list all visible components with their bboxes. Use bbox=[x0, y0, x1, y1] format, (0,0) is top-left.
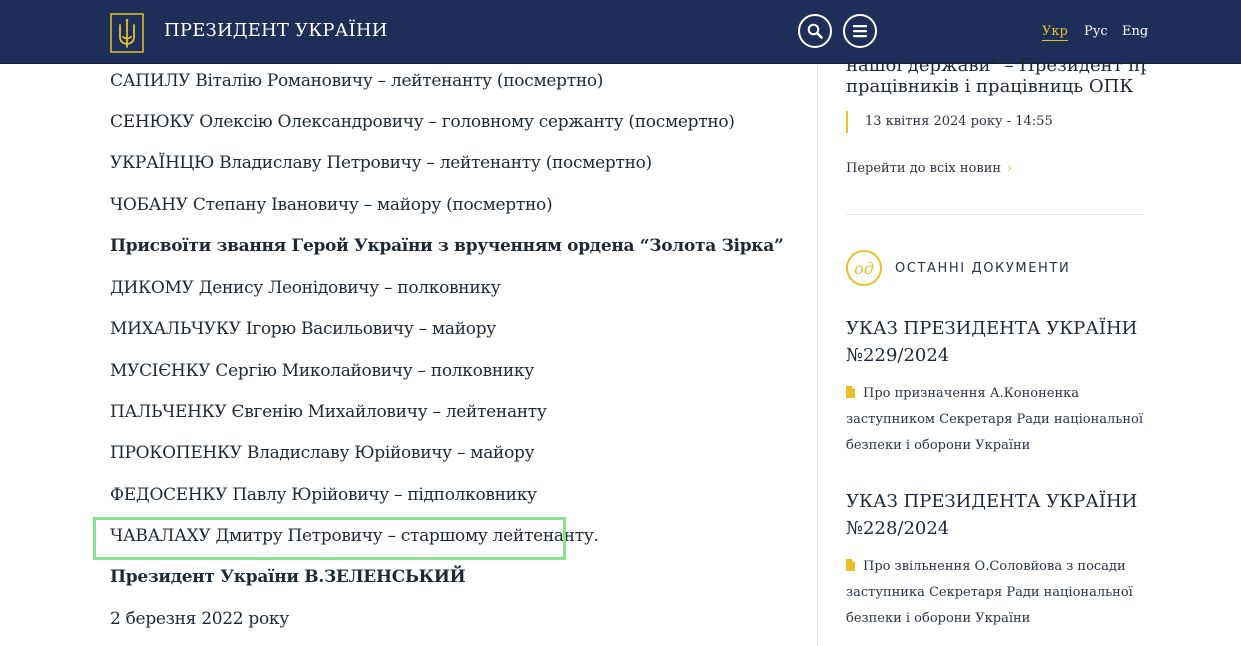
sidebar-divider bbox=[817, 64, 818, 646]
award-line: МИХАЛЬЧУКУ Ігорю Васильовичу – майору bbox=[110, 319, 496, 339]
search-icon bbox=[807, 23, 823, 39]
trident-logo-icon[interactable] bbox=[110, 13, 144, 53]
award-line: МУСІЄНКУ Сергію Миколайовичу – полковник… bbox=[110, 361, 534, 381]
award-line: СЕНЮКУ Олексію Олександровичу – головном… bbox=[110, 112, 735, 132]
document-icon bbox=[846, 386, 855, 398]
decree-description[interactable]: Про звільнення О.Соловйова з посади заст… bbox=[846, 554, 1146, 632]
decree-description-text: Про призначення А.Кононенка заступником … bbox=[846, 386, 1143, 453]
language-eng[interactable]: Eng bbox=[1122, 24, 1148, 39]
search-button[interactable] bbox=[798, 14, 832, 48]
documents-heading: ОСТАННІ ДОКУМЕНТИ bbox=[895, 261, 1071, 276]
language-rus[interactable]: Рус bbox=[1084, 24, 1108, 39]
news-title-partial[interactable]: нашої держави" – Президент привітав bbox=[846, 52, 1146, 77]
decree-title-link[interactable]: УКАЗ ПРЕЗИДЕНТА УКРАЇНИ №229/2024 bbox=[846, 315, 1146, 369]
language-ukr[interactable]: Укр bbox=[1042, 24, 1068, 41]
award-line: УКРАЇНЦЮ Владиславу Петровичу – лейтенан… bbox=[110, 153, 652, 173]
hamburger-menu-icon bbox=[853, 25, 867, 38]
decree-title-link[interactable]: УКАЗ ПРЕЗИДЕНТА УКРАЇНИ №228/2024 bbox=[846, 488, 1146, 542]
news-title[interactable]: працівників і працівниць ОПК bbox=[846, 76, 1146, 97]
document-icon bbox=[846, 559, 855, 571]
decree-description-text: Про звільнення О.Соловйова з посади заст… bbox=[846, 559, 1133, 626]
all-news-link[interactable]: Перейти до всіх новин › bbox=[846, 161, 1146, 176]
decree-description[interactable]: Про призначення А.Кононенка заступником … bbox=[846, 381, 1146, 459]
chevron-right-icon: › bbox=[1007, 161, 1013, 176]
award-line: ФЕДОСЕНКУ Павлу Юрійовичу – підполковник… bbox=[110, 485, 537, 505]
award-line: ЧОБАНУ Степану Івановичу – майору (посме… bbox=[110, 195, 553, 215]
menu-button[interactable] bbox=[843, 14, 877, 48]
decree-date: 2 березня 2022 року bbox=[110, 609, 289, 629]
decree-number: №229/2024 bbox=[846, 345, 950, 366]
award-line: ДИКОМУ Денису Леонідовичу – полковнику bbox=[110, 278, 501, 298]
section-heading: Присвоїти звання Герой України з врученн… bbox=[110, 236, 784, 256]
signature-line: Президент України В.ЗЕЛЕНСЬКИЙ bbox=[110, 567, 466, 587]
all-news-label: Перейти до всіх новин bbox=[846, 161, 1002, 176]
highlight-box bbox=[93, 517, 566, 560]
decree-title-line: УКАЗ ПРЕЗИДЕНТА УКРАЇНИ bbox=[846, 318, 1138, 339]
documents-badge-icon: од bbox=[846, 250, 882, 286]
sidebar-separator bbox=[846, 214, 1144, 215]
award-line: ПАЛЬЧЕНКУ Євгенію Михайловичу – лейтенан… bbox=[110, 402, 547, 422]
award-line: ПРОКОПЕНКУ Владиславу Юрійовичу – майору bbox=[110, 443, 535, 463]
award-line: САПИЛУ Віталію Романовичу – лейтенанту (… bbox=[110, 71, 604, 91]
news-date: 13 квітня 2024 року - 14:55 bbox=[846, 111, 1053, 133]
site-title[interactable]: ПРЕЗИДЕНТ УКРАЇНИ bbox=[164, 20, 388, 41]
decree-title-line: УКАЗ ПРЕЗИДЕНТА УКРАЇНИ bbox=[846, 491, 1138, 512]
decree-number: №228/2024 bbox=[846, 518, 950, 539]
